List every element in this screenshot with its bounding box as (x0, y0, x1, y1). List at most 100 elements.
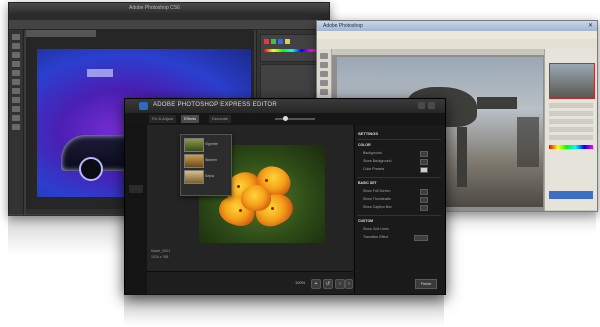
transition-select[interactable] (414, 235, 428, 241)
divider (357, 215, 441, 216)
window-title: Adobe Photoshop CS6 (129, 5, 180, 11)
setting-label: Show Caption Box (363, 205, 392, 209)
window-title: Adobe Photoshop (323, 23, 363, 29)
petal-spot (239, 209, 242, 212)
finish-button[interactable]: Finish (415, 279, 437, 289)
zoom-in-icon[interactable]: + (311, 279, 321, 289)
car-wheel (79, 157, 103, 181)
marquee-tool-icon[interactable] (12, 43, 20, 49)
section-custom[interactable]: CUSTOM (358, 219, 373, 223)
mech-background (517, 117, 539, 167)
effect-option[interactable]: Sepia (184, 170, 228, 184)
effect-label: Warmer (205, 158, 218, 162)
hand-tool-icon[interactable] (12, 115, 20, 121)
undo-icon[interactable]: ‹ (335, 279, 345, 289)
brush-tool-icon[interactable] (320, 89, 328, 95)
setting-swatch[interactable] (420, 151, 428, 157)
title-bar[interactable]: Adobe Photoshop CS6 (9, 3, 329, 13)
lasso-tool-icon[interactable] (12, 52, 20, 58)
panel-row[interactable] (549, 135, 593, 140)
bottom-toolbar: 100% + ↺ ‹ › (147, 271, 353, 294)
options-bar[interactable] (9, 20, 329, 30)
crop-tool-icon[interactable] (320, 80, 328, 86)
setting-label: Show Grid Lines (363, 227, 389, 231)
mech-arm (477, 97, 517, 109)
redo-icon[interactable]: › (345, 279, 353, 289)
divider (357, 139, 441, 140)
settings-icon[interactable] (418, 102, 425, 109)
tab-effects[interactable]: Effects (181, 115, 200, 123)
color-swatch[interactable] (285, 39, 290, 44)
tab-fix-adjust[interactable]: Fix & Adjust (149, 115, 177, 123)
setting-label: Show Thumbnails (363, 197, 391, 201)
marquee-tool-icon[interactable] (320, 62, 328, 68)
selected-layer[interactable] (549, 191, 593, 199)
type-tool-icon[interactable] (12, 106, 20, 112)
window-reflection (124, 294, 444, 326)
setting-toggle[interactable] (420, 189, 428, 195)
petal-spot (265, 179, 268, 182)
effect-label: Sepia (205, 174, 214, 178)
photoshop-express-window[interactable]: ADOBE PHOTOSHOP EXPRESS EDITOR Fix & Adj… (124, 98, 446, 295)
mech-leg (457, 127, 467, 187)
crop-tool-icon[interactable] (12, 61, 20, 67)
effect-thumbnail (184, 138, 204, 152)
setting-label: Color Presets (363, 167, 385, 171)
petal-spot (237, 185, 240, 188)
effect-thumbnail (184, 154, 204, 168)
right-panels[interactable] (544, 49, 597, 211)
window-title: ADOBE PHOTOSHOP EXPRESS EDITOR (153, 102, 278, 108)
section-color[interactable]: COLOR (358, 143, 371, 147)
document-tab[interactable] (26, 30, 96, 37)
eraser-tool-icon[interactable] (12, 79, 20, 85)
left-strip (125, 125, 147, 294)
panel-row[interactable] (549, 111, 593, 116)
annotation-note (87, 69, 113, 77)
color-swatch[interactable] (271, 39, 276, 44)
tab-decorate[interactable]: Decorate (209, 115, 232, 123)
close-icon[interactable] (428, 102, 435, 109)
move-tool-icon[interactable] (12, 34, 20, 40)
panel-title: SETTINGS (358, 131, 379, 136)
slider-track[interactable] (275, 118, 315, 120)
flower-center (241, 185, 271, 211)
file-size: 1024 x 768 (151, 255, 169, 259)
hue-slider[interactable] (264, 49, 320, 52)
strip-button[interactable] (129, 185, 143, 193)
photoshop-logo-icon (139, 102, 148, 110)
effect-thumbnail (184, 170, 204, 184)
close-icon[interactable]: ✕ (588, 22, 593, 29)
rotate-icon[interactable]: ↺ (323, 279, 333, 289)
panel-row[interactable] (549, 119, 593, 124)
document-tab[interactable] (332, 49, 544, 55)
effect-option[interactable]: Vignette (184, 138, 228, 152)
setting-toggle[interactable] (420, 205, 428, 211)
title-bar[interactable]: Adobe Photoshop ✕ (317, 21, 597, 31)
menu-bar[interactable] (317, 31, 597, 39)
lasso-tool-icon[interactable] (320, 71, 328, 77)
color-ramp[interactable] (549, 145, 593, 149)
color-swatch[interactable] (264, 39, 269, 44)
tools-panel[interactable] (9, 30, 24, 215)
panel-row[interactable] (549, 127, 593, 132)
zoom-level: 100% (295, 280, 306, 285)
zoom-tool-icon[interactable] (12, 124, 20, 130)
effects-dropdown[interactable]: Vignette Warmer Sepia (180, 134, 232, 196)
title-bar[interactable]: ADOBE PHOTOSHOP EXPRESS EDITOR (125, 99, 445, 113)
move-tool-icon[interactable] (320, 53, 328, 59)
petal-spot (271, 207, 274, 210)
setting-toggle[interactable] (420, 159, 428, 165)
gradient-tool-icon[interactable] (12, 88, 20, 94)
pen-tool-icon[interactable] (12, 97, 20, 103)
setting-toggle[interactable] (420, 197, 428, 203)
slider-handle[interactable] (283, 116, 288, 121)
file-name: flower_0001 (151, 249, 171, 253)
brush-tool-icon[interactable] (12, 70, 20, 76)
effect-option[interactable]: Warmer (184, 154, 228, 168)
menu-bar[interactable] (9, 13, 329, 20)
color-swatch[interactable] (278, 39, 283, 44)
panel-row[interactable] (549, 103, 593, 108)
section-basic-set[interactable]: BASIC SET (358, 181, 377, 185)
navigator-thumbnail[interactable] (549, 63, 595, 99)
setting-swatch[interactable] (420, 167, 428, 173)
